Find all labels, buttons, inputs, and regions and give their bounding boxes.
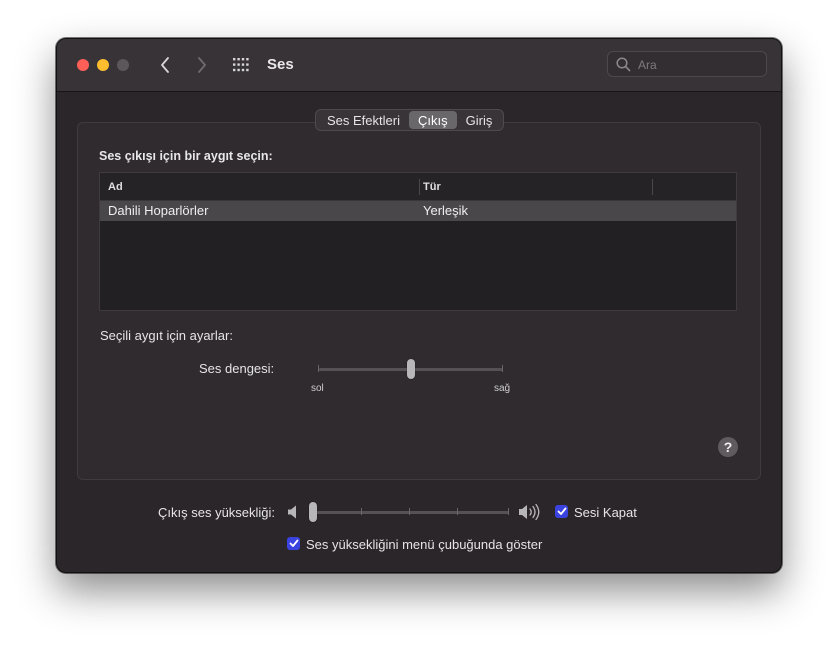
search-icon (616, 57, 631, 72)
column-divider (652, 179, 653, 195)
output-volume-label: Çıkış ses yüksekliği: (158, 505, 276, 520)
balance-label: Ses dengesi: (199, 361, 275, 376)
device-name: Dahili Hoparlörler (108, 203, 209, 218)
balance-right-label: sağ (494, 383, 511, 394)
minimize-button[interactable] (97, 59, 109, 71)
slider-tick (502, 365, 503, 372)
device-table[interactable]: Ad Tür Dahili Hoparlörler Yerleşik (99, 172, 737, 311)
slider-tick (457, 508, 458, 515)
back-button[interactable] (154, 53, 176, 77)
slider-tick (361, 508, 362, 515)
speaker-low-icon (288, 505, 296, 519)
table-header: Ad Tür (100, 173, 736, 201)
window-title: Ses (267, 56, 294, 73)
slider-tick (409, 508, 410, 515)
close-button[interactable] (77, 59, 89, 71)
help-button[interactable]: ? (718, 437, 738, 457)
column-header-type[interactable]: Tür (423, 181, 441, 193)
tab-sound-effects[interactable]: Ses Efektleri (318, 111, 409, 129)
titlebar: Ses (57, 39, 781, 92)
slider-tick (508, 508, 509, 515)
show-in-menubar-label[interactable]: Ses yüksekliğini menü çubuğunda göster (306, 537, 542, 552)
column-divider (419, 179, 420, 195)
table-row[interactable]: Dahili Hoparlörler Yerleşik (100, 201, 736, 221)
section-title: Ses çıkışı için bir aygıt seçin: (99, 149, 273, 163)
checkmark-icon (289, 539, 298, 547)
mute-label[interactable]: Sesi Kapat (574, 505, 637, 520)
sound-preferences-window: Ses Ses Efektleri Çıkış Giriş Ses çıkışı… (56, 38, 782, 573)
help-icon: ? (723, 439, 733, 455)
chevron-right-icon (198, 57, 206, 73)
search-field[interactable] (607, 51, 767, 77)
mute-checkbox[interactable] (555, 505, 568, 518)
grid-icon (233, 58, 249, 72)
show-all-button[interactable] (232, 56, 252, 74)
column-header-name[interactable]: Ad (108, 181, 123, 193)
search-input[interactable] (636, 55, 760, 75)
checkmark-icon (557, 507, 566, 515)
settings-label: Seçili aygıt için ayarlar: (100, 328, 233, 343)
show-in-menubar-checkbox[interactable] (287, 537, 300, 550)
slider-tick (318, 365, 319, 372)
forward-button[interactable] (191, 53, 213, 77)
volume-slider-track[interactable] (313, 511, 509, 514)
tab-bar: Ses Efektleri Çıkış Giriş (315, 109, 505, 131)
speaker-high-icon (519, 503, 540, 521)
tab-input[interactable]: Giriş (457, 111, 502, 129)
balance-slider-knob[interactable] (407, 359, 415, 379)
tab-output[interactable]: Çıkış (408, 111, 457, 129)
volume-slider-knob[interactable] (309, 502, 317, 522)
device-type: Yerleşik (423, 203, 469, 218)
chevron-left-icon (161, 57, 169, 73)
balance-left-label: sol (311, 383, 324, 394)
zoom-button[interactable] (117, 59, 129, 71)
